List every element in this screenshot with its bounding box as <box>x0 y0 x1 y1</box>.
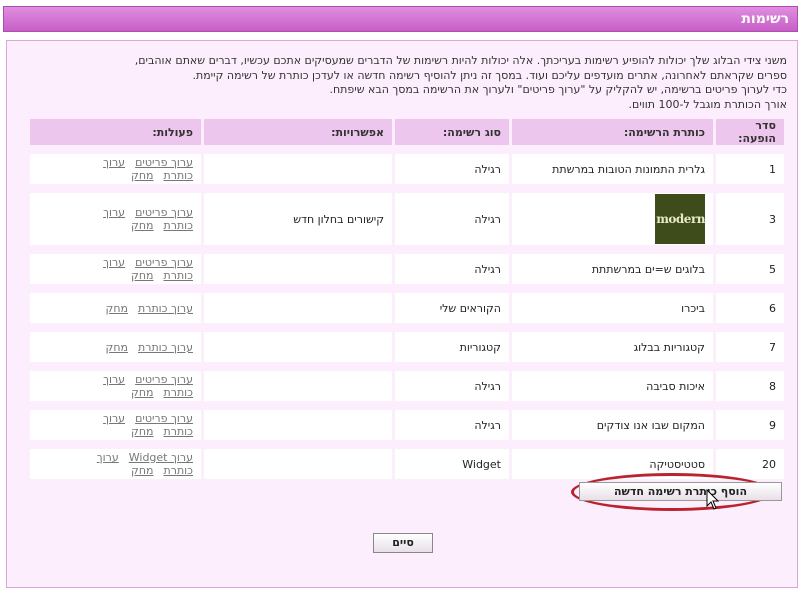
actions-cell: ערוך פריטיםערוך כותרתמחק <box>30 154 201 184</box>
page-title: רשימות <box>741 11 789 27</box>
action-link[interactable]: מחק <box>131 169 153 182</box>
action-link[interactable]: ערוך כותרת <box>138 341 193 354</box>
actions-cell: ערוך Widgetערוך כותרתמחק <box>30 449 201 479</box>
action-link[interactable]: ערוך פריטים <box>135 156 193 169</box>
actions-cell: ערוך פריטיםערוך כותרתמחק <box>30 371 201 401</box>
mouse-pointer-icon <box>705 488 720 514</box>
header-order: סדר הופעה: <box>716 119 784 145</box>
title-cell: ביכרו <box>512 293 713 323</box>
table-row: 7 קטגוריות בבלוג קטגוריות ערוך כותרת מחק <box>30 332 784 362</box>
action-link[interactable]: ערוך פריטים <box>135 206 193 219</box>
title-cell: גלרית התמונות הטובות במרשתת <box>512 154 713 184</box>
options-cell <box>204 154 392 184</box>
title-cell: בלוגים ש=ים במרשתתת <box>512 254 713 284</box>
table-body: 1 גלרית התמונות הטובות במרשתת רגילה ערוך פר… <box>30 145 784 479</box>
table-row: 5 בלוגים ש=ים במרשתתת רגילה ערוך פריטיםערוך… <box>30 254 784 284</box>
table-row: 6 ביכרו הקוראים שלי ערוך כותרת מחק <box>30 293 784 323</box>
actions-cell: ערוך פריטיםערוך כותרתמחק <box>30 193 201 245</box>
action-link[interactable]: מחק <box>131 219 153 232</box>
type-cell: רגילה <box>395 410 509 440</box>
table-row: 1 גלרית התמונות הטובות במרשתת רגילה ערוך פר… <box>30 154 784 184</box>
done-button[interactable]: סיים <box>373 533 433 553</box>
intro-line: אורך הכותרת מוגבל ל-100 תווים. <box>628 97 787 111</box>
list-title-image: post modern <box>655 194 705 244</box>
action-link[interactable]: ערוך פריטים <box>135 373 193 386</box>
action-link[interactable]: ערוך פריטים <box>135 412 193 425</box>
action-link[interactable]: מחק <box>131 269 153 282</box>
action-link[interactable]: מחק <box>131 464 153 477</box>
actions-cell: ערוך פריטיםערוך כותרתמחק <box>30 410 201 440</box>
order-cell: 1 <box>716 154 784 184</box>
header-actions: פעולות: <box>30 119 201 145</box>
action-link[interactable]: מחק <box>131 386 153 399</box>
table-row: 9 המקום שבו אנו צודקים רגילה ערוך פריטיםערו… <box>30 410 784 440</box>
header-type: סוג רשימה: <box>395 119 509 145</box>
order-cell: 5 <box>716 254 784 284</box>
title-cell: איכות סביבה <box>512 371 713 401</box>
add-list-button[interactable]: הוסף כותרת רשימה חדשה <box>579 482 782 501</box>
list-title: איכות סביבה <box>646 379 705 393</box>
title-cell: המקום שבו אנו צודקים <box>512 410 713 440</box>
type-cell: הקוראים שלי <box>395 293 509 323</box>
page-title-bar: רשימות <box>3 6 798 32</box>
table-row: 3post modernרגילהקישורים בחלון חדשערוך פ… <box>30 193 784 245</box>
header-options: אפשרויות: <box>204 119 392 145</box>
options-cell <box>204 371 392 401</box>
options-cell <box>204 293 392 323</box>
options-cell <box>204 410 392 440</box>
options-cell <box>204 332 392 362</box>
actions-cell: ערוך כותרת מחק <box>30 332 201 362</box>
type-cell: רגילה <box>395 371 509 401</box>
order-cell: 20 <box>716 449 784 479</box>
action-link[interactable]: ערוך כותרת <box>138 302 193 315</box>
action-link[interactable]: מחק <box>131 425 153 438</box>
list-title: גלרית התמונות הטובות במרשתת <box>552 162 705 176</box>
options-cell <box>204 449 392 479</box>
options-cell <box>204 254 392 284</box>
title-cell: קטגוריות בבלוג <box>512 332 713 362</box>
order-cell: 8 <box>716 371 784 401</box>
intro-line: כדי לערוך פריטים ברשימה, יש להקליק על "ע… <box>329 83 787 96</box>
table-row: 8 איכות סביבה רגילה ערוך פריטיםערוך כותרתמח… <box>30 371 784 401</box>
intro-line: משני צידי הבלוג שלך יכולות להופיע רשימות… <box>134 54 787 67</box>
header-title: כותרת הרשימה: <box>512 119 713 145</box>
action-link[interactable]: ערוך Widget <box>129 451 193 464</box>
table-header-row: סדר הופעה: כותרת הרשימה: סוג רשימה: אפשר… <box>30 119 784 145</box>
order-cell: 9 <box>716 410 784 440</box>
list-title: ביכרו <box>681 301 705 315</box>
list-title: קטגוריות בבלוג <box>633 340 705 354</box>
options-cell: קישורים בחלון חדש <box>204 193 392 245</box>
title-cell: post modern <box>512 193 713 245</box>
lists-panel: משני צידי הבלוג שלך יכולות להופיע רשימות… <box>6 40 798 588</box>
intro-text: משני צידי הבלוג שלך יכולות להופיע רשימות… <box>27 54 787 112</box>
order-cell: 3 <box>716 193 784 245</box>
type-cell: Widget <box>395 449 509 479</box>
actions-cell: ערוך פריטיםערוך כותרתמחק <box>30 254 201 284</box>
intro-line: ספרים שקראתם לאחרונה, אתרים מועדפים עליכ… <box>192 68 787 82</box>
action-link[interactable]: ערוך פריטים <box>135 256 193 269</box>
list-title: המקום שבו אנו צודקים <box>596 418 705 432</box>
actions-cell: ערוך כותרת מחק <box>30 293 201 323</box>
order-cell: 6 <box>716 293 784 323</box>
type-cell: רגילה <box>395 254 509 284</box>
order-cell: 7 <box>716 332 784 362</box>
action-link[interactable]: מחק <box>106 341 128 354</box>
lists-table: סדר הופעה: כותרת הרשימה: סוג רשימה: אפשר… <box>27 119 787 479</box>
type-cell: רגילה <box>395 154 509 184</box>
type-cell: רגילה <box>395 193 509 245</box>
type-cell: קטגוריות <box>395 332 509 362</box>
action-link[interactable]: מחק <box>106 302 128 315</box>
list-title: בלוגים ש=ים במרשתתת <box>591 262 705 276</box>
list-title: סטטיסטיקה <box>649 457 705 471</box>
